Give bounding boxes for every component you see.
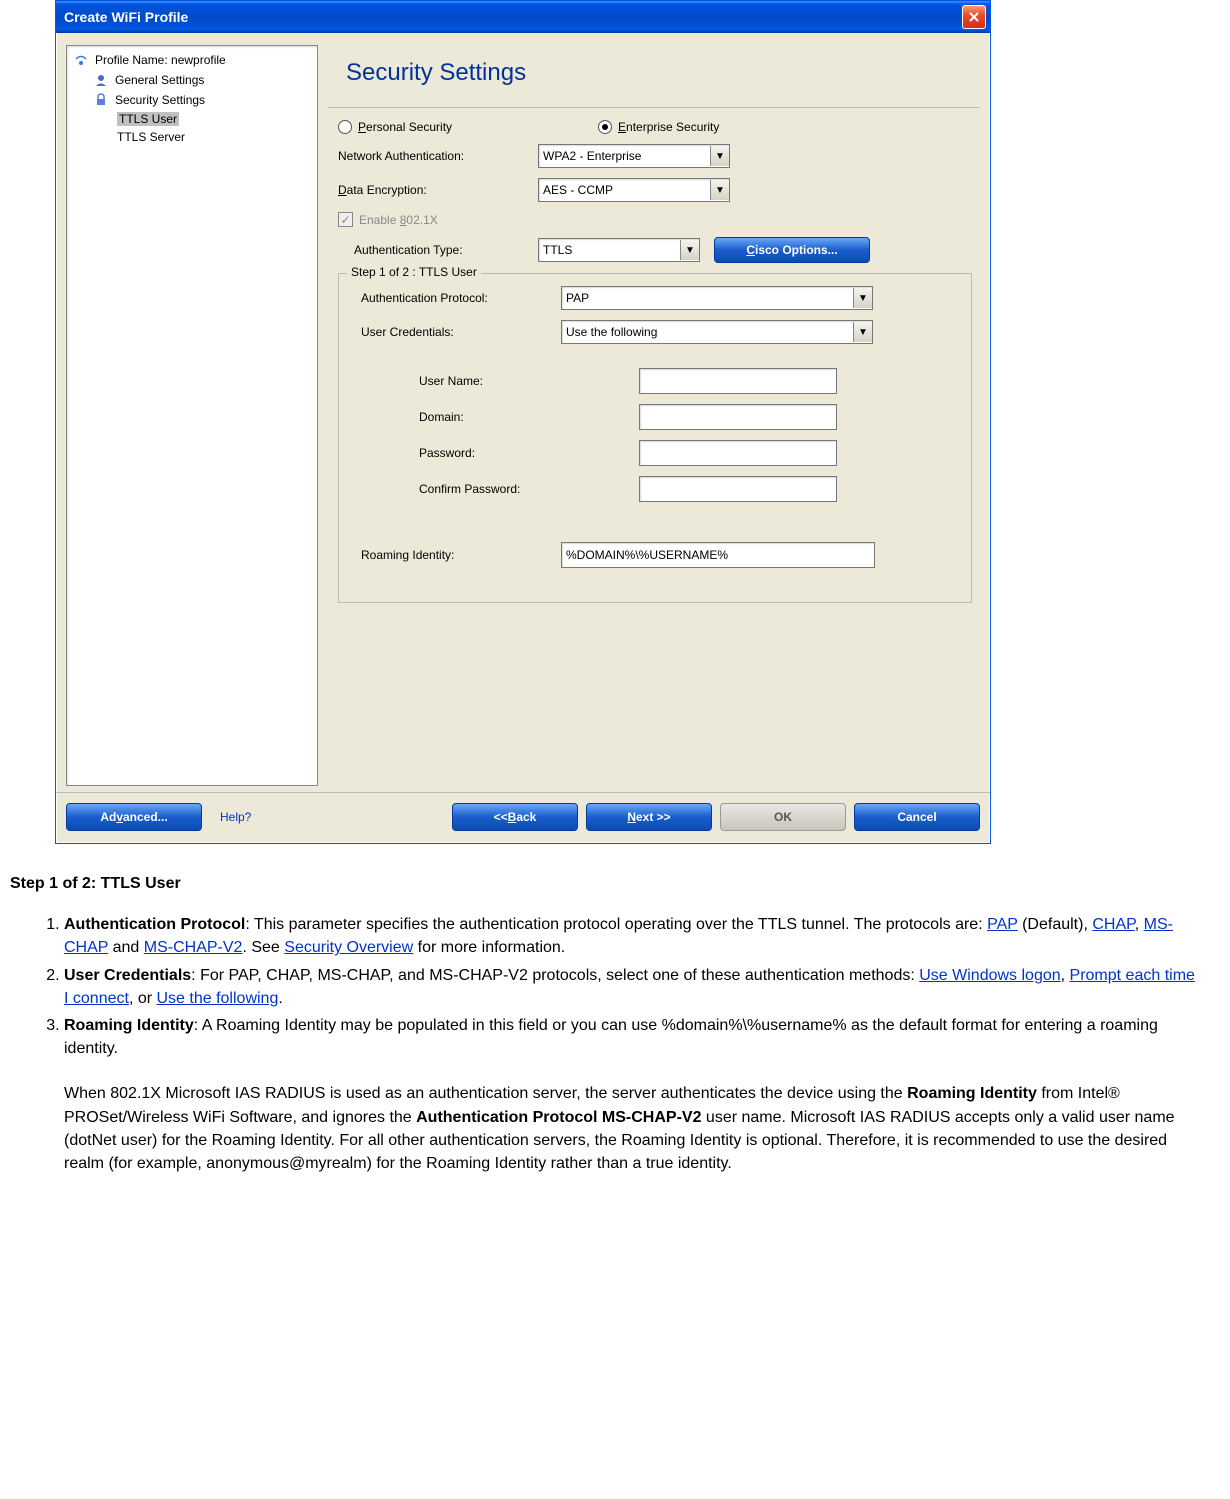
link-mschapv2[interactable]: MS-CHAP-V2 xyxy=(144,939,243,956)
radio-personal-security[interactable]: PPersonal Securityersonal Security xyxy=(338,120,598,134)
doc-body: Step 1 of 2: TTLS User Authentication Pr… xyxy=(10,872,1220,1175)
tree-ttls-user[interactable]: TTLS User xyxy=(67,110,317,128)
username-input[interactable] xyxy=(639,368,837,394)
radio-label: Enterprise Security xyxy=(618,120,719,134)
link-pap[interactable]: PAP xyxy=(987,916,1018,933)
window-title: Create WiFi Profile xyxy=(64,9,962,25)
checkbox-icon: ✓ xyxy=(338,212,353,227)
paragraph: When 802.1X Microsoft IAS RADIUS is used… xyxy=(64,1082,1200,1175)
confirm-password-input[interactable] xyxy=(639,476,837,502)
list-item: Roaming Identity: A Roaming Identity may… xyxy=(64,1014,1220,1175)
close-icon xyxy=(968,11,980,23)
select-value: TTLS xyxy=(543,243,572,257)
chevron-down-icon: ▼ xyxy=(710,180,729,200)
tree-general-settings[interactable]: General Settings xyxy=(67,70,317,90)
radio-label: PPersonal Securityersonal Security xyxy=(358,120,452,134)
chevron-down-icon: ▼ xyxy=(680,240,699,260)
auth-type-select[interactable]: TTLS ▼ xyxy=(538,238,700,262)
select-value: WPA2 - Enterprise xyxy=(543,149,641,163)
user-credentials-select[interactable]: Use the following ▼ xyxy=(561,320,873,344)
confirm-password-label: Confirm Password: xyxy=(349,482,589,496)
data-encryption-select[interactable]: AES - CCMP ▼ xyxy=(538,178,730,202)
radio-icon xyxy=(598,120,612,134)
link-security-overview[interactable]: Security Overview xyxy=(284,939,413,956)
item-strong: Authentication Protocol xyxy=(64,916,245,933)
chevron-down-icon: ▼ xyxy=(710,146,729,166)
chevron-down-icon: ▼ xyxy=(853,288,872,308)
auth-type-label: Authentication Type: xyxy=(354,243,538,257)
cancel-button[interactable]: Cancel xyxy=(854,803,980,831)
tree-label: TTLS User xyxy=(117,112,179,126)
domain-label: Domain: xyxy=(349,410,589,424)
tree-label: TTLS Server xyxy=(117,130,185,144)
nav-tree: Profile Name: newprofile General Setting… xyxy=(66,45,318,786)
chevron-down-icon: ▼ xyxy=(853,322,872,342)
password-input[interactable] xyxy=(639,440,837,466)
link-use-the-following[interactable]: Use the following xyxy=(157,990,279,1007)
link-chap[interactable]: CHAP xyxy=(1092,916,1134,933)
doc-list: Authentication Protocol: This parameter … xyxy=(10,913,1220,1175)
select-value: Use the following xyxy=(566,325,657,339)
network-auth-select[interactable]: WPA2 - Enterprise ▼ xyxy=(538,144,730,168)
domain-input[interactable] xyxy=(639,404,837,430)
user-credentials-label: User Credentials: xyxy=(361,325,561,339)
ttls-user-fieldset: Step 1 of 2 : TTLS User Authentication P… xyxy=(338,273,972,603)
username-label: User Name: xyxy=(349,374,589,388)
list-item: Authentication Protocol: This parameter … xyxy=(64,913,1220,959)
doc-heading: Step 1 of 2: TTLS User xyxy=(10,872,1220,895)
panel-heading: Security Settings xyxy=(328,45,980,108)
cisco-options-button[interactable]: Cisco Options... xyxy=(714,237,870,263)
user-icon xyxy=(93,72,109,88)
password-label: Password: xyxy=(349,446,589,460)
ok-button[interactable]: OK xyxy=(720,803,846,831)
select-value: AES - CCMP xyxy=(543,183,613,197)
select-value: PAP xyxy=(566,291,589,305)
radio-icon xyxy=(338,120,352,134)
wifi-profile-dialog: Create WiFi Profile Profile Name: newpro… xyxy=(55,0,991,844)
wifi-icon xyxy=(73,52,89,68)
roaming-identity-label: Roaming Identity: xyxy=(361,548,561,562)
titlebar[interactable]: Create WiFi Profile xyxy=(56,1,990,33)
lock-icon xyxy=(93,92,109,108)
tree-profile-name[interactable]: Profile Name: newprofile xyxy=(67,50,317,70)
enable-8021x-checkbox: ✓ Enable 802.1X xyxy=(328,212,980,227)
tree-label: General Settings xyxy=(115,73,204,87)
fieldset-legend: Step 1 of 2 : TTLS User xyxy=(347,265,481,279)
roaming-identity-input[interactable] xyxy=(561,542,875,568)
checkbox-label: Enable 802.1X xyxy=(359,213,438,227)
auth-protocol-select[interactable]: PAP ▼ xyxy=(561,286,873,310)
tree-security-settings[interactable]: Security Settings xyxy=(67,90,317,110)
tree-label: Profile Name: newprofile xyxy=(95,53,226,67)
list-item: User Credentials: For PAP, CHAP, MS-CHAP… xyxy=(64,964,1220,1010)
auth-protocol-label: Authentication Protocol: xyxy=(361,291,561,305)
link-use-windows-logon[interactable]: Use Windows logon xyxy=(919,967,1060,984)
tree-ttls-server[interactable]: TTLS Server xyxy=(67,128,317,146)
tree-label: Security Settings xyxy=(115,93,205,107)
data-encryption-label: Data Encryption: xyxy=(338,183,538,197)
close-button[interactable] xyxy=(962,5,986,29)
item-strong: User Credentials xyxy=(64,967,191,984)
advanced-button[interactable]: Advanced... xyxy=(66,803,202,831)
help-link[interactable]: Help? xyxy=(220,810,251,824)
back-button[interactable]: << Back xyxy=(452,803,578,831)
item-strong: Roaming Identity xyxy=(64,1017,194,1034)
network-auth-label: Network Authentication: xyxy=(338,149,538,163)
next-button[interactable]: Next >> xyxy=(586,803,712,831)
radio-enterprise-security[interactable]: Enterprise Security xyxy=(598,120,719,134)
settings-panel: Security Settings PPersonal Securityerso… xyxy=(328,45,980,786)
dialog-footer: Advanced... Help? << Back Next >> OK Can… xyxy=(56,792,990,843)
